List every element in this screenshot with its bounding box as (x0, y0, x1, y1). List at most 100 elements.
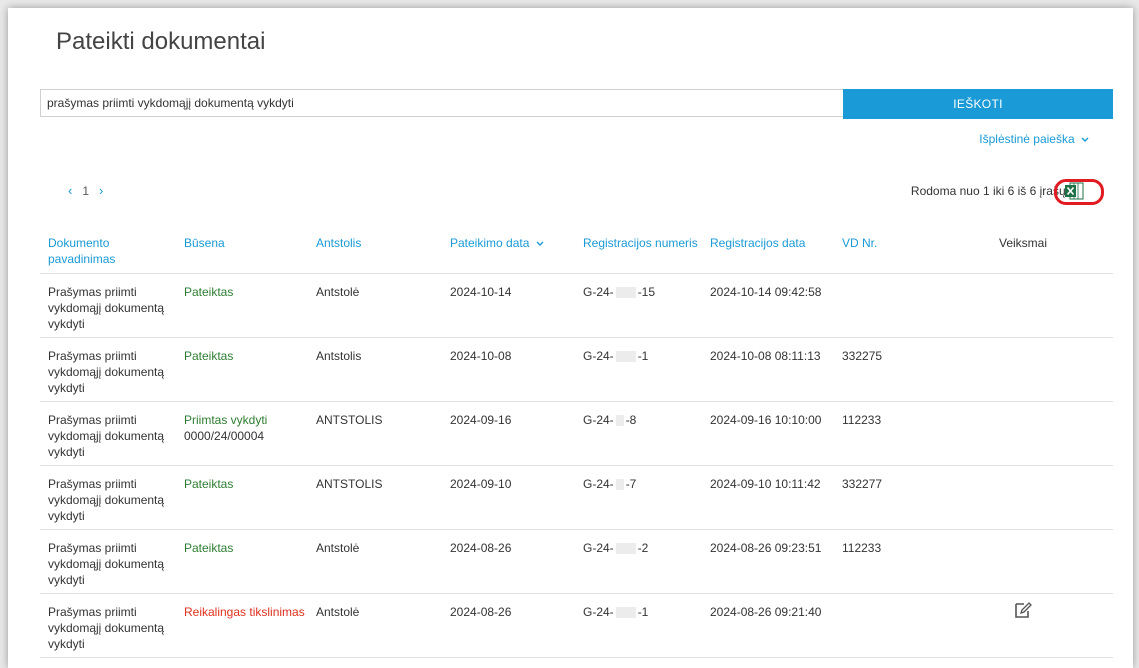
reg-number-cell: G-24- -1 (573, 604, 707, 657)
bailiff-cell: ANTSTOLIS (316, 477, 383, 491)
reg-number-suffix: -8 (625, 413, 637, 427)
pagination: ‹ 1 › (68, 183, 103, 198)
status-cell: Pateiktas (174, 476, 306, 529)
actions-cell (943, 476, 1103, 529)
table-row: Prašymas priimti vykdomąjį dokumentą vyk… (40, 594, 1113, 658)
advanced-search-link[interactable]: Išplėstinė paieška (979, 132, 1089, 146)
page-title: Pateikti dokumentai (56, 28, 266, 55)
status-text: Pateiktas (184, 285, 234, 299)
document-name: Prašymas priimti vykdomąjį dokumentą vyk… (48, 413, 165, 459)
document-name: Prašymas priimti vykdomąjį dokumentą vyk… (48, 541, 165, 587)
document-name: Prašymas priimti vykdomąjį dokumentą vyk… (48, 285, 165, 331)
vd-cell: 332277 (842, 477, 883, 491)
advanced-search-label: Išplėstinė paieška (979, 132, 1075, 146)
submit-date-cell: 2024-09-16 (450, 413, 512, 427)
status-case-number: 0000/24/00004 (184, 429, 265, 443)
table-row: Prašymas priimti vykdomąjį dokumentą vyk… (40, 274, 1113, 338)
reg-number-suffix: -15 (637, 285, 656, 299)
page-frame: Pateikti dokumentai IEŠKOTI Išplėstinė p… (8, 8, 1133, 668)
submit-date-cell: 2024-09-10 (450, 477, 512, 491)
status-cell: Reikalingas tikslinimas (174, 604, 306, 657)
reg-date-cell: 2024-10-14 09:42:58 (710, 285, 822, 299)
submit-date-cell: 2024-08-26 (450, 605, 512, 619)
document-name: Prašymas priimti vykdomąjį dokumentą vyk… (48, 605, 165, 651)
reg-number-cell: G-24- -2 (573, 540, 707, 593)
records-info: Rodoma nuo 1 iki 6 iš 6 įrašų. (910, 184, 1069, 198)
redacted-block (615, 607, 636, 619)
column-header-bailiff[interactable]: Antstolis (306, 235, 440, 251)
edit-icon[interactable] (1014, 601, 1032, 619)
status-cell: Priimtas vykdyti 0000/24/00004 (174, 412, 306, 465)
documents-table: Dokumento pavadinimas Būsena Antstolis P… (40, 226, 1113, 658)
bailiff-cell: Antstolė (316, 605, 360, 619)
reg-date-cell: 2024-10-08 08:11:13 (710, 349, 821, 363)
vd-cell (840, 604, 943, 657)
vd-cell: 332275 (842, 349, 883, 363)
reg-number-prefix: G-24- (583, 285, 614, 299)
status-text: Pateiktas (184, 541, 234, 555)
column-header-reg-number[interactable]: Registracijos numeris (573, 235, 707, 251)
search-input[interactable] (40, 89, 843, 117)
reg-number-cell: G-24- -15 (573, 284, 707, 337)
reg-number-suffix: -1 (637, 349, 649, 363)
status-text: Pateiktas (184, 477, 234, 491)
table-row: Prašymas priimti vykdomąjį dokumentą vyk… (40, 466, 1113, 530)
column-header-reg-date[interactable]: Registracijos data (707, 235, 840, 251)
document-name: Prašymas priimti vykdomąjį dokumentą vyk… (48, 349, 165, 395)
reg-number-cell: G-24- -1 (573, 348, 707, 401)
status-text: Reikalingas tikslinimas (184, 605, 305, 619)
redacted-block (615, 543, 636, 555)
bailiff-cell: ANTSTOLIS (316, 413, 383, 427)
reg-date-cell: 2024-08-26 09:23:51 (710, 541, 822, 555)
actions-cell (943, 284, 1103, 337)
status-cell: Pateiktas (174, 348, 306, 401)
actions-cell (943, 412, 1103, 465)
status-cell: Pateiktas (174, 540, 306, 593)
table-row: Prašymas priimti vykdomąjį dokumentą vyk… (40, 530, 1113, 594)
sort-desc-icon (536, 241, 544, 246)
excel-export-icon[interactable] (1064, 182, 1084, 200)
table-header: Dokumento pavadinimas Būsena Antstolis P… (40, 226, 1113, 274)
reg-number-cell: G-24- -7 (573, 476, 707, 529)
reg-number-suffix: -2 (637, 541, 649, 555)
reg-number-prefix: G-24- (583, 349, 614, 363)
reg-number-cell: G-24- -8 (573, 412, 707, 465)
column-header-status[interactable]: Būsena (174, 235, 306, 251)
vd-cell: 112233 (842, 541, 882, 555)
status-cell: Pateiktas (174, 284, 306, 337)
reg-date-cell: 2024-08-26 09:21:40 (710, 605, 822, 619)
status-text: Pateiktas (184, 349, 234, 363)
reg-number-prefix: G-24- (583, 605, 614, 619)
redacted-block (615, 287, 636, 299)
actions-cell (943, 540, 1103, 593)
table-row: Prašymas priimti vykdomąjį dokumentą vyk… (40, 402, 1113, 466)
column-header-submit-date-label: Pateikimo data (450, 236, 530, 250)
reg-number-suffix: -7 (625, 477, 637, 491)
current-page[interactable]: 1 (82, 184, 89, 198)
status-text: Priimtas vykdyti (184, 413, 268, 427)
actions-cell (943, 348, 1103, 401)
submit-date-cell: 2024-08-26 (450, 541, 512, 555)
submit-date-cell: 2024-10-08 (450, 349, 512, 363)
search-button[interactable]: IEŠKOTI (843, 89, 1113, 119)
next-page-button[interactable]: › (99, 183, 103, 198)
reg-number-prefix: G-24- (583, 541, 614, 555)
redacted-block (615, 479, 624, 491)
bailiff-cell: Antstolis (316, 349, 362, 363)
redacted-block (615, 351, 636, 363)
reg-date-cell: 2024-09-10 10:11:42 (710, 477, 821, 491)
chevron-down-icon (1081, 137, 1089, 142)
vd-cell: 112233 (842, 413, 882, 427)
table-row: Prašymas priimti vykdomąjį dokumentą vyk… (40, 338, 1113, 402)
column-header-vd[interactable]: VD Nr. (840, 235, 943, 251)
column-header-name[interactable]: Dokumento pavadinimas (40, 235, 174, 267)
vd-cell (840, 284, 943, 337)
reg-number-prefix: G-24- (583, 413, 614, 427)
column-header-actions: Veiksmai (998, 236, 1048, 250)
submit-date-cell: 2024-10-14 (450, 285, 512, 299)
column-header-submit-date[interactable]: Pateikimo data (440, 235, 573, 251)
reg-number-suffix: -1 (637, 605, 649, 619)
bailiff-cell: Antstolė (316, 541, 360, 555)
actions-cell (943, 601, 1103, 657)
prev-page-button[interactable]: ‹ (68, 183, 72, 198)
